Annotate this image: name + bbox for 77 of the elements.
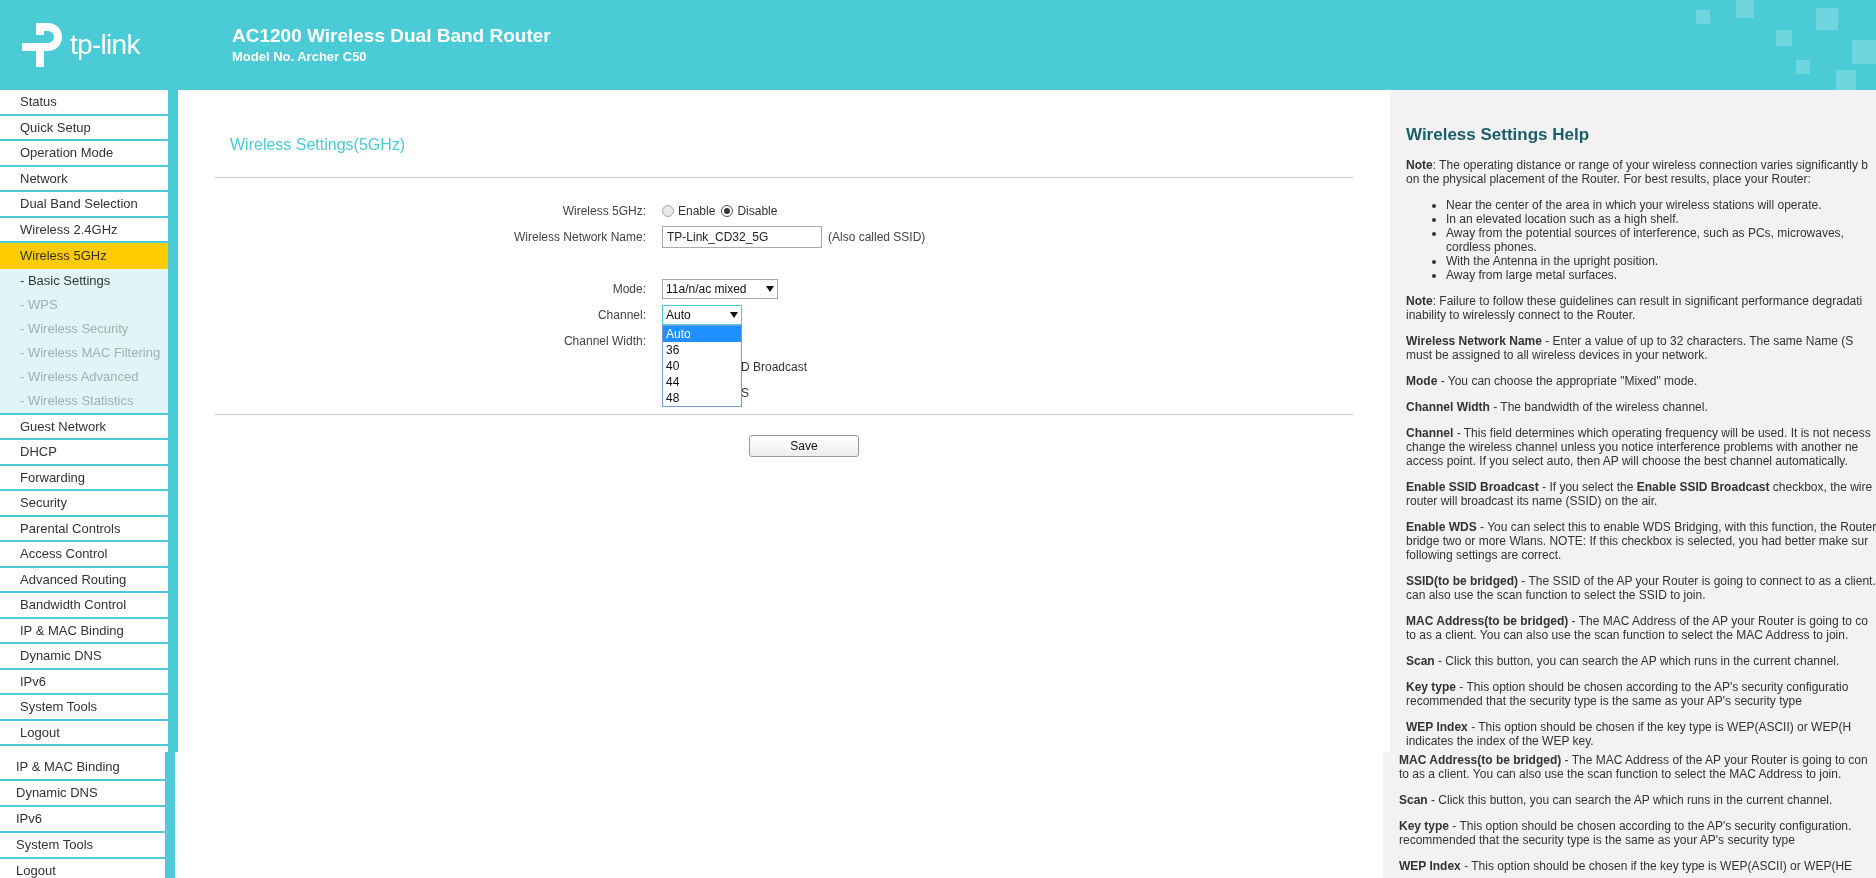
- covered-text: D Broadcast: [741, 359, 809, 376]
- field-label: Mode:: [612, 281, 646, 298]
- help-text: Note: Failure to follow these guidelines can result in significant performance degradati: [1406, 293, 1864, 308]
- help-text: change the wireless channel unless you notice interference problems with another ne: [1406, 439, 1860, 454]
- help-text: router will broadcast its name (SSID) on the air.: [1406, 493, 1659, 508]
- logo-text: tp-link: [70, 28, 140, 62]
- help-text: Scan - Click this button, you can search the AP which runs in the current channel.: [1399, 793, 1834, 807]
- radio-button[interactable]: [662, 205, 674, 217]
- caret-icon: [730, 312, 738, 318]
- help-text: Note: The operating distance or range of your wireless connection varies significantly b: [1406, 157, 1870, 172]
- field-label: Wireless Network Name:: [513, 229, 646, 246]
- help-text: on the physical placement of the Router. For best results, place your Router:: [1406, 171, 1811, 186]
- sidebar-item[interactable]: System Tools: [0, 833, 165, 859]
- bullet-icon: [1432, 273, 1436, 278]
- radio-label: Disable: [737, 203, 778, 220]
- help-list-text: cordless phones.: [1446, 239, 1537, 254]
- covered-text: S: [741, 385, 750, 402]
- help-text: recommended that the security type is the same as your AP's security type: [1399, 833, 1796, 847]
- help-text: recommended that the security type is the same as your AP's security type: [1406, 693, 1802, 708]
- sidebar-item[interactable]: Wireless 5GHz: [0, 243, 168, 269]
- help-text: Key type - This option should be chosen according to the AP's security configuration.: [1399, 819, 1853, 833]
- dropdown-option[interactable]: 44: [663, 374, 741, 390]
- help-text: Channel - This field determines which operating frequency will be used. It is not necess: [1406, 425, 1872, 440]
- submenu-item[interactable]: - Basic Settings: [0, 268, 168, 293]
- router-title: AC1200 Wireless Dual Band Router: [232, 24, 551, 48]
- bullet-icon: [1432, 231, 1436, 236]
- help-list-text: Away from large metal surfaces.: [1446, 267, 1618, 282]
- help-list-text: With the Antenna in the upright position.: [1446, 253, 1659, 268]
- field-label: Wireless 5GHz:: [562, 203, 646, 220]
- help-text: WEP Index - This option should be chosen if the key type is WEP(ASCII) or WEP(HE: [1399, 859, 1854, 873]
- help-text: Wireless Network Name - Enter a value of up to 32 characters. The same Name (S: [1406, 333, 1855, 348]
- help-text: WEP Index - This option should be chosen if the key type is WEP(ASCII) or WEP(H: [1406, 719, 1853, 734]
- help-text: must be assigned to all wireless devices in your network.: [1406, 347, 1709, 362]
- bullet-icon: [1432, 217, 1436, 222]
- help-text: access point. If you select auto, then AP will choose the best channel automatically.: [1406, 453, 1849, 468]
- help-text: Enable SSID Broadcast - If you select the Enable SSID Broadcast checkbox, the wire: [1406, 479, 1874, 494]
- model-number: Model No. Archer C50: [232, 48, 368, 66]
- help-text: Channel Width - The bandwidth of the wireless channel.: [1406, 399, 1709, 414]
- help-text: SSID(to be bridged) - The SSID of the AP your Router is going to connect to as a client.: [1406, 573, 1876, 588]
- dropdown-option[interactable]: 36: [663, 342, 741, 358]
- help-text: to as a client. You can also use the scan function to select the MAC Address to join.: [1406, 627, 1850, 642]
- radio-label: Enable: [678, 203, 716, 220]
- help-list-text: In an elevated location such as a high shelf.: [1446, 211, 1679, 226]
- field-label: Channel:: [597, 307, 646, 324]
- dropdown-option[interactable]: 48: [663, 390, 741, 406]
- help-text: following settings are correct.: [1406, 547, 1563, 562]
- help-text: Scan - Click this button, you can search the AP which runs in the current channel.: [1406, 653, 1841, 668]
- help-text: Enable WDS - You can select this to enable WDS Bridging, with this function, the Router: [1406, 519, 1876, 534]
- help-list-text: Away from the potential sources of interference, such as PCs, microwaves,: [1446, 225, 1844, 240]
- page-title: Wireless Settings(5GHz): [230, 135, 407, 155]
- caret-icon: [766, 286, 774, 292]
- help-text: Mode - You can choose the appropriate "Mixed" mode.: [1406, 373, 1699, 388]
- help-list-text: Near the center of the area in which your wireless stations will operate.: [1446, 197, 1822, 212]
- sidebar-item[interactable]: IP & MAC Binding: [0, 755, 165, 781]
- select-field[interactable]: Auto: [662, 305, 742, 325]
- logo-icon: [20, 21, 64, 69]
- help-title: Wireless Settings Help: [1406, 124, 1591, 146]
- help-text: Key type - This option should be chosen according to the AP's security configuratio: [1406, 679, 1850, 694]
- save-button[interactable]: Save: [749, 435, 859, 457]
- network-name-field[interactable]: TP-Link_CD32_5G: [662, 226, 822, 248]
- help-text: MAC Address(to be bridged) - The MAC Address of the AP your Router is going to con: [1399, 753, 1869, 767]
- help-text: MAC Address(to be bridged) - The MAC Address of the AP your Router is going to co: [1406, 613, 1869, 628]
- bullet-icon: [1432, 259, 1436, 264]
- help-text: to as a client. You can also use the scan function to select the MAC Address to join.: [1399, 767, 1843, 781]
- bullet-icon: [1432, 203, 1436, 208]
- select-field[interactable]: 11a/n/ac mixed: [662, 279, 778, 299]
- field-label: Channel Width:: [563, 333, 646, 350]
- sidebar-item[interactable]: Dynamic DNS: [0, 781, 165, 807]
- help-text: inability to wirelessly connect to the Router.: [1406, 307, 1637, 322]
- help-text: indicates the index of the WEP key.: [1406, 733, 1595, 748]
- help-text: can also use the scan function to select the SSID to join.: [1406, 587, 1707, 602]
- field-note: (Also called SSID): [828, 229, 926, 246]
- help-text: bridge two or more Wlans. NOTE: If this checkbox is selected, you had better make sur: [1406, 533, 1870, 548]
- dropdown-option[interactable]: 40: [663, 358, 741, 374]
- sidebar-item[interactable]: Logout: [0, 859, 165, 878]
- radio-button[interactable]: [721, 205, 734, 217]
- sidebar-item[interactable]: IPv6: [0, 807, 165, 833]
